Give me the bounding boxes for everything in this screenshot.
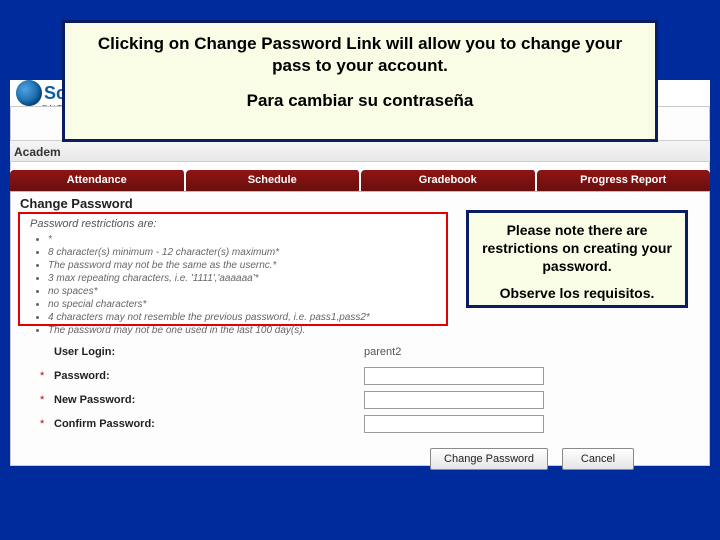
bottom-band — [0, 480, 720, 540]
callout-right-text-es: Observe los requisitos. — [479, 285, 675, 301]
tab-gradebook[interactable]: Gradebook — [361, 170, 537, 191]
tab-strip: Attendance Schedule Gradebook Progress R… — [10, 170, 710, 192]
callout-top: Clicking on Change Password Link will al… — [62, 20, 658, 142]
required-star: * — [40, 370, 54, 382]
restrictions-list: * 8 character(s) minimum - 12 character(… — [30, 233, 440, 337]
restriction-item: 8 character(s) minimum - 12 character(s)… — [48, 246, 440, 259]
confirm-password-input[interactable] — [364, 415, 544, 433]
restriction-item: no special characters* — [48, 298, 440, 311]
callout-top-text-en: Clicking on Change Password Link will al… — [85, 33, 635, 77]
row-confirm-password: * Confirm Password: — [40, 412, 680, 436]
cancel-button[interactable]: Cancel — [562, 448, 634, 470]
callout-right: Please note there are restrictions on cr… — [466, 210, 688, 308]
callout-right-text-en: Please note there are restrictions on cr… — [479, 221, 675, 275]
row-password: * Password: — [40, 364, 680, 388]
user-login-label: User Login: — [54, 346, 364, 358]
restriction-item: * — [48, 233, 440, 246]
slide-root: Sch ENT Academ Attendance Schedule Grade… — [0, 0, 720, 540]
password-input[interactable] — [364, 367, 544, 385]
confirm-password-label: Confirm Password: — [54, 418, 364, 430]
password-restrictions-box: Password restrictions are: * 8 character… — [18, 212, 448, 326]
tab-progress-report[interactable]: Progress Report — [537, 170, 711, 191]
tab-attendance[interactable]: Attendance — [10, 170, 186, 191]
row-new-password: * New Password: — [40, 388, 680, 412]
change-password-button[interactable]: Change Password — [430, 448, 548, 470]
change-password-form: User Login: parent2 * Password: * New Pa… — [40, 340, 680, 436]
restriction-item: no spaces* — [48, 285, 440, 298]
form-buttons: Change Password Cancel — [430, 448, 634, 470]
new-password-input[interactable] — [364, 391, 544, 409]
restriction-item: The password may not be the same as the … — [48, 259, 440, 272]
logo-icon — [16, 80, 42, 106]
restriction-item: 3 max repeating characters, i.e. '1111',… — [48, 272, 440, 285]
page-title: Change Password — [20, 196, 133, 211]
callout-top-text-es: Para cambiar su contraseña — [85, 91, 635, 111]
row-user-login: User Login: parent2 — [40, 340, 680, 364]
restriction-item: 4 characters may not resemble the previo… — [48, 311, 440, 324]
tab-schedule[interactable]: Schedule — [186, 170, 362, 191]
user-login-value: parent2 — [364, 346, 401, 358]
restrictions-caption: Password restrictions are: — [30, 218, 440, 230]
restriction-item: The password may not be one used in the … — [48, 324, 440, 337]
password-label: Password: — [54, 370, 364, 382]
required-star: * — [40, 394, 54, 406]
breadcrumb-bar: Academ — [10, 140, 710, 162]
required-star: * — [40, 418, 54, 430]
new-password-label: New Password: — [54, 394, 364, 406]
